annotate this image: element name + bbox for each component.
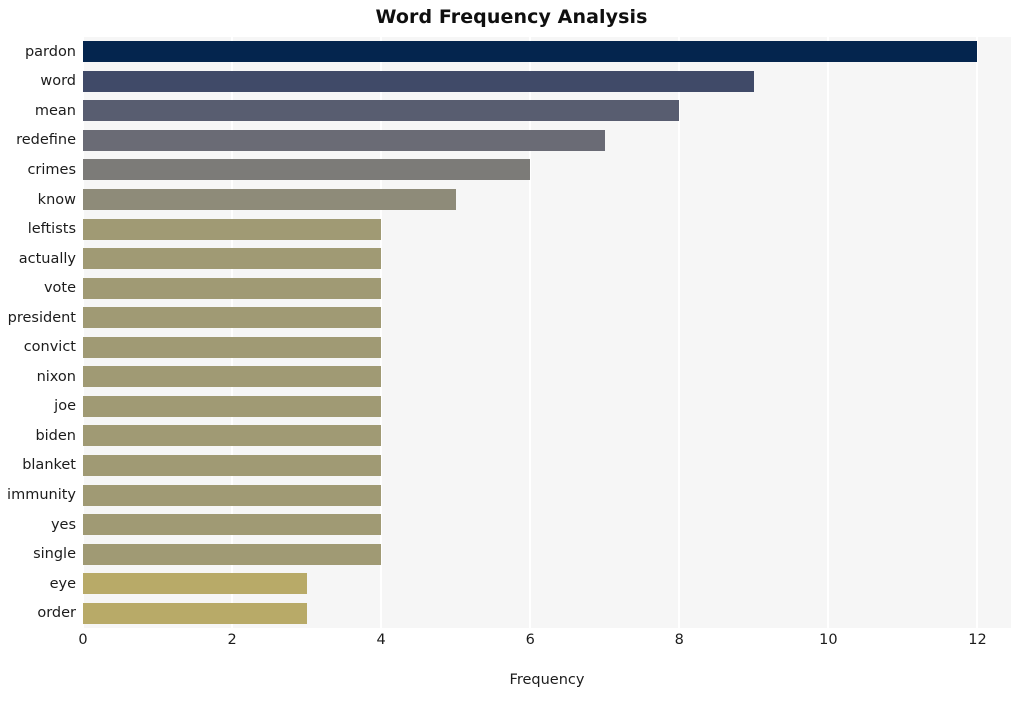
x-axis-title: Frequency [509, 672, 585, 688]
x-axis-tick-label: 8 [674, 632, 684, 648]
bar [83, 218, 382, 240]
chart-figure: Word Frequency Analysis pardon word mean re… [0, 0, 1023, 701]
y-axis-tick-label: know [37, 191, 76, 208]
x-axis-tick-label: 10 [819, 632, 838, 648]
y-axis-tick-label: president [7, 309, 76, 326]
bar [83, 366, 382, 388]
y-axis-tick-label: vote [43, 280, 76, 297]
plot-area [83, 37, 1011, 628]
bar [83, 100, 680, 122]
bar [83, 395, 382, 417]
bar [83, 573, 307, 595]
y-axis-tick-labels: pardon word mean redefine crimes know leftists… [0, 37, 76, 628]
y-axis-tick-label: single [33, 546, 76, 563]
y-axis-tick-label: order [37, 605, 76, 622]
x-axis-tick-label: 12 [968, 632, 987, 648]
bar-series [83, 37, 1011, 628]
bar [83, 425, 382, 447]
bar [83, 336, 382, 358]
y-axis-tick-label: biden [35, 427, 76, 444]
y-axis-tick-label: joe [54, 398, 76, 415]
y-axis-tick-label: eye [49, 575, 76, 592]
y-axis-tick-label: convict [23, 339, 76, 356]
bar [83, 129, 605, 151]
x-axis-tick-label: 6 [525, 632, 535, 648]
bar [83, 70, 754, 92]
x-axis-tick-labels: 0 2 4 6 8 10 12 [78, 632, 1011, 658]
bar [83, 307, 382, 329]
bar [83, 543, 382, 565]
y-axis-tick-label: leftists [27, 221, 76, 238]
y-axis-tick-label: nixon [36, 368, 76, 385]
bar [83, 514, 382, 536]
y-axis-tick-label: immunity [7, 487, 76, 504]
y-axis-tick-label: redefine [16, 132, 76, 149]
x-axis-tick-label: 0 [78, 632, 88, 648]
bar [83, 159, 531, 181]
y-axis-tick-label: word [40, 73, 76, 90]
bar [83, 41, 978, 63]
bar [83, 484, 382, 506]
bar [83, 277, 382, 299]
y-axis-tick-label: actually [18, 250, 76, 267]
y-axis-tick-label: yes [50, 516, 76, 533]
bar [83, 602, 307, 624]
x-axis-tick-label: 4 [376, 632, 386, 648]
y-axis-tick-label: blanket [22, 457, 76, 474]
bar [83, 454, 382, 476]
y-axis-tick-label: mean [34, 102, 76, 119]
chart-title: Word Frequency Analysis [375, 6, 648, 28]
bar [83, 189, 456, 211]
bar [83, 248, 382, 270]
y-axis-tick-label: pardon [24, 43, 76, 60]
x-axis-tick-label: 2 [227, 632, 237, 648]
y-axis-tick-label: crimes [27, 161, 76, 178]
